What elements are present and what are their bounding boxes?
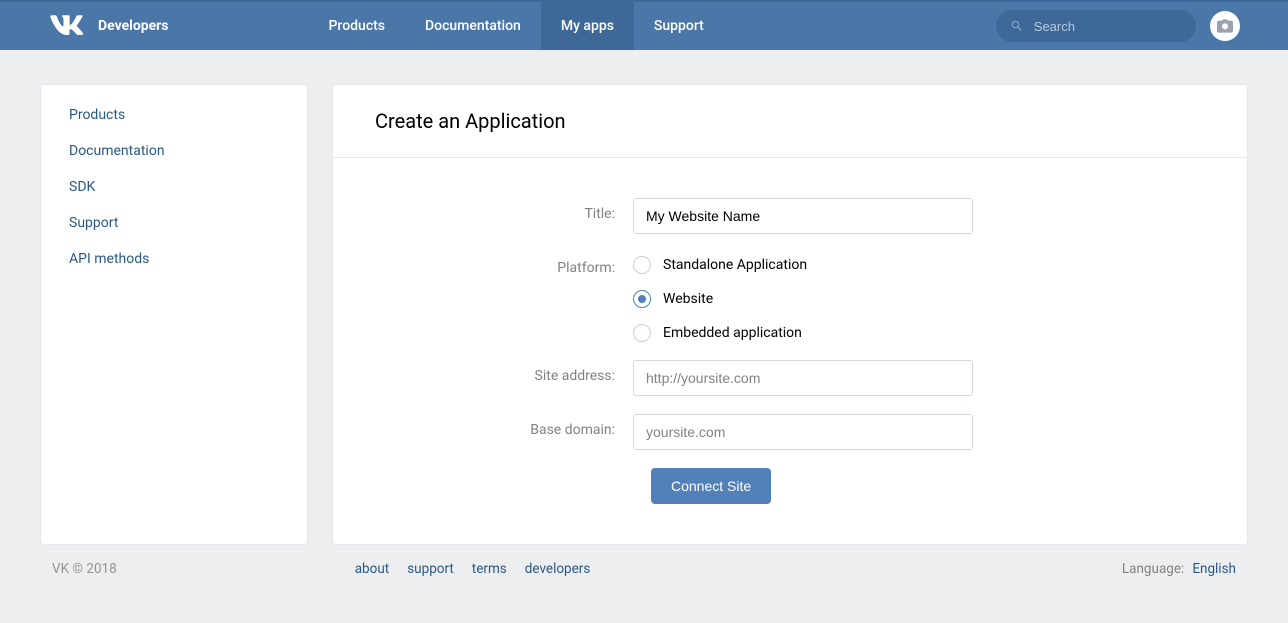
nav-support[interactable]: Support [634, 2, 724, 50]
radio-website[interactable]: Website [633, 290, 973, 308]
nav-my-apps[interactable]: My apps [541, 2, 634, 50]
site-address-label: Site address: [373, 360, 633, 384]
footer-copyright: VK © 2018 [52, 561, 117, 577]
search-wrap[interactable] [996, 10, 1196, 42]
radio-standalone[interactable]: Standalone Application [633, 256, 973, 274]
radio-embedded[interactable]: Embedded application [633, 324, 973, 342]
search-icon [1010, 18, 1024, 34]
language-value[interactable]: English [1192, 561, 1236, 577]
nav-products[interactable]: Products [309, 2, 406, 50]
footer-links: about support terms developers [355, 561, 591, 577]
row-platform: Platform: Standalone Application Website [373, 252, 1207, 342]
brand-label: Developers [98, 18, 169, 34]
base-domain-label: Base domain: [373, 414, 633, 438]
create-app-form: Title: Platform: Standalone Application [333, 158, 1247, 544]
sidebar-item-support[interactable]: Support [41, 205, 307, 241]
row-site-address: Site address: [373, 360, 1207, 396]
camera-button[interactable] [1210, 11, 1240, 41]
platform-radio-group: Standalone Application Website Embedded … [633, 252, 973, 342]
radio-circle-icon [633, 324, 651, 342]
sidebar-item-api-methods[interactable]: API methods [41, 241, 307, 277]
sidebar-item-sdk[interactable]: SDK [41, 169, 307, 205]
sidebar: Products Documentation SDK Support API m… [40, 84, 308, 545]
sidebar-item-documentation[interactable]: Documentation [41, 133, 307, 169]
footer-link-support[interactable]: support [407, 561, 454, 577]
footer: VK © 2018 about support terms developers… [0, 545, 1288, 593]
row-base-domain: Base domain: [373, 414, 1207, 450]
title-input[interactable] [633, 198, 973, 234]
main-head: Create an Application [333, 85, 1247, 158]
radio-label: Embedded application [663, 325, 802, 341]
page-body: Products Documentation SDK Support API m… [0, 50, 1288, 545]
connect-site-button[interactable]: Connect Site [651, 468, 771, 504]
base-domain-input[interactable] [633, 414, 973, 450]
site-address-input[interactable] [633, 360, 973, 396]
title-label: Title: [373, 198, 633, 222]
radio-circle-icon [633, 256, 651, 274]
vk-logo-icon [48, 15, 84, 37]
top-nav: Products Documentation My apps Support [309, 2, 724, 50]
footer-language: Language: English [1122, 561, 1236, 577]
footer-link-developers[interactable]: developers [525, 561, 591, 577]
nav-documentation[interactable]: Documentation [405, 2, 541, 50]
radio-circle-icon [633, 290, 651, 308]
radio-label: Standalone Application [663, 257, 807, 273]
language-label: Language: [1122, 561, 1184, 577]
logo-wrap[interactable]: Developers [48, 15, 169, 37]
search-input[interactable] [1034, 19, 1182, 34]
sidebar-item-products[interactable]: Products [41, 97, 307, 133]
footer-link-about[interactable]: about [355, 561, 389, 577]
header-right [996, 10, 1240, 42]
footer-link-terms[interactable]: terms [472, 561, 507, 577]
platform-label: Platform: [373, 252, 633, 276]
top-header: Developers Products Documentation My app… [0, 0, 1288, 50]
submit-row: Connect Site [373, 468, 1207, 504]
radio-label: Website [663, 291, 713, 307]
row-title: Title: [373, 198, 1207, 234]
main-panel: Create an Application Title: Platform: S… [332, 84, 1248, 545]
page-title: Create an Application [375, 109, 1205, 133]
camera-icon [1217, 19, 1233, 33]
